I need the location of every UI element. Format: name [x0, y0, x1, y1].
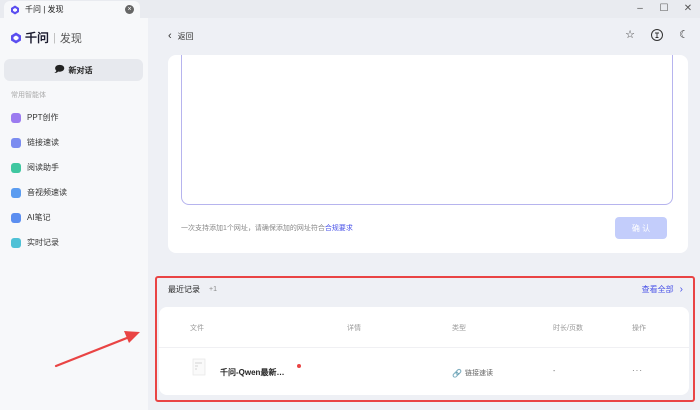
sidebar-item-label: PPT创作 — [27, 113, 59, 122]
compliance-link[interactable]: 合规要求 — [325, 225, 353, 232]
sidebar-item-label: AI笔记 — [27, 213, 51, 222]
star-icon[interactable]: ☆ — [623, 28, 637, 42]
sidebar-item-label: 音视频速读 — [27, 188, 67, 197]
recent-count-badge: +1 — [205, 285, 221, 294]
moon-icon[interactable]: ☾ — [677, 28, 691, 42]
column-header-detail: 详情 — [347, 325, 361, 332]
brand-subtitle: 发现 — [59, 32, 82, 45]
tab-close-icon[interactable]: × — [125, 5, 134, 14]
type-label: 链接速读 — [464, 370, 493, 377]
view-all-link[interactable]: 查看全部 › — [642, 284, 683, 295]
new-chat-button[interactable]: 🗩 新对话 — [4, 59, 143, 81]
back-button[interactable]: ‹ 返回 — [168, 30, 194, 42]
sidebar-item-ai-note[interactable]: AI笔记 — [11, 205, 67, 230]
column-header-type: 类型 — [452, 325, 466, 332]
url-input-card: 一次支持添加1个网址，请确保添加的网址符合合规要求 确 认 — [168, 55, 688, 253]
note-icon — [11, 212, 21, 223]
recent-header: 最近记录 +1 — [168, 284, 221, 295]
chevron-left-icon: ‹ — [168, 30, 172, 42]
record-icon — [11, 237, 21, 248]
url-textarea[interactable] — [181, 55, 673, 205]
ppt-icon — [11, 112, 21, 123]
minimize-icon[interactable]: – — [633, 3, 647, 15]
sidebar-item-record[interactable]: 实时记录 — [11, 230, 67, 255]
translate-icon[interactable] — [650, 28, 664, 42]
qwen-logo-icon — [11, 32, 21, 43]
link-read-icon — [11, 137, 21, 148]
column-header-duration: 时长/页数 — [553, 325, 583, 332]
chat-plus-icon: 🗩 — [54, 64, 65, 74]
sidebar-item-label: 链接速读 — [27, 138, 59, 147]
file-name[interactable]: 千问-Qwen最新… — [220, 367, 284, 378]
document-thumbnail-icon — [192, 358, 206, 376]
recent-records-section: 最近记录 +1 查看全部 › 文件 详情 类型 时长/页数 操作 千问-Qwen… — [155, 276, 695, 402]
tab-title: 千问 | 发现 — [25, 5, 64, 14]
maximize-icon[interactable]: ☐ — [657, 3, 671, 15]
confirm-button[interactable]: 确 认 — [615, 217, 667, 239]
sidebar-item-media[interactable]: 音视频速读 — [11, 180, 67, 205]
sidebar-item-label: 实时记录 — [27, 238, 59, 247]
table-row[interactable]: 千问-Qwen最新… 🔗 链接速读 - ··· — [159, 347, 689, 389]
close-icon[interactable]: ✕ — [681, 3, 695, 15]
sidebar: 千问 | 发现 🗩 新对话 常用智能体 PPT创作 链接速读 阅读助手 音视频速… — [0, 18, 148, 410]
section-label: 常用智能体 — [11, 92, 46, 99]
new-chat-label: 新对话 — [68, 65, 93, 75]
agent-list: PPT创作 链接速读 阅读助手 音视频速读 AI笔记 实时记录 — [11, 105, 67, 255]
recent-table: 文件 详情 类型 时长/页数 操作 千问-Qwen最新… 🔗 链接速读 - ··… — [159, 307, 689, 395]
media-icon — [11, 187, 21, 198]
qwen-logo-icon — [11, 5, 19, 14]
sidebar-item-label: 阅读助手 — [27, 163, 59, 172]
link-icon: 🔗 — [452, 368, 462, 378]
brand-separator: | — [53, 31, 56, 44]
brand-name: 千问 — [25, 31, 50, 45]
chevron-right-icon: › — [679, 284, 683, 295]
type-cell: 🔗 链接速读 — [452, 368, 493, 378]
title-bar: 千问 | 发现 × – ☐ ✕ — [0, 0, 700, 18]
recent-title: 最近记录 — [168, 285, 200, 294]
column-header-file: 文件 — [190, 325, 204, 332]
sidebar-item-link-read[interactable]: 链接速读 — [11, 130, 67, 155]
browser-tab[interactable]: 千问 | 发现 × — [4, 1, 140, 18]
hint-text: 一次支持添加1个网址，请确保添加的网址符合 — [181, 225, 325, 232]
sidebar-item-reading[interactable]: 阅读助手 — [11, 155, 67, 180]
back-label: 返回 — [177, 31, 194, 41]
translate-glyph — [651, 29, 663, 41]
reading-icon — [11, 162, 21, 173]
input-hint: 一次支持添加1个网址，请确保添加的网址符合合规要求 — [181, 223, 353, 233]
sidebar-item-ppt[interactable]: PPT创作 — [11, 105, 67, 130]
view-all-label: 查看全部 — [641, 285, 674, 294]
column-header-action: 操作 — [632, 325, 646, 332]
unread-dot — [297, 364, 301, 368]
duration-cell: - — [553, 368, 556, 375]
more-actions-button[interactable]: ··· — [632, 366, 643, 375]
brand[interactable]: 千问 | 发现 — [10, 29, 82, 46]
